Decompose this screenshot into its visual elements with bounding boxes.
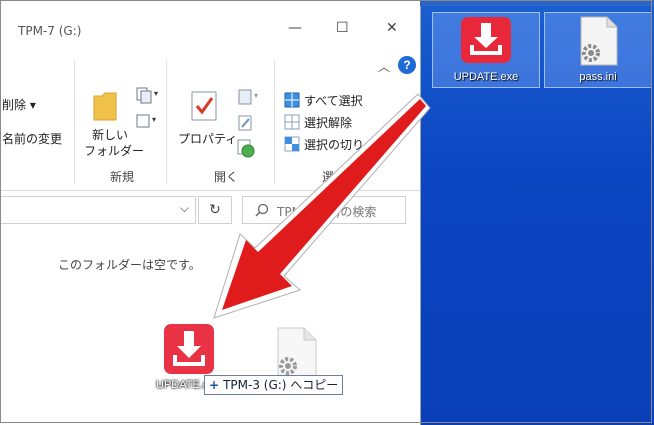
- screenshot-frame: [0, 0, 652, 423]
